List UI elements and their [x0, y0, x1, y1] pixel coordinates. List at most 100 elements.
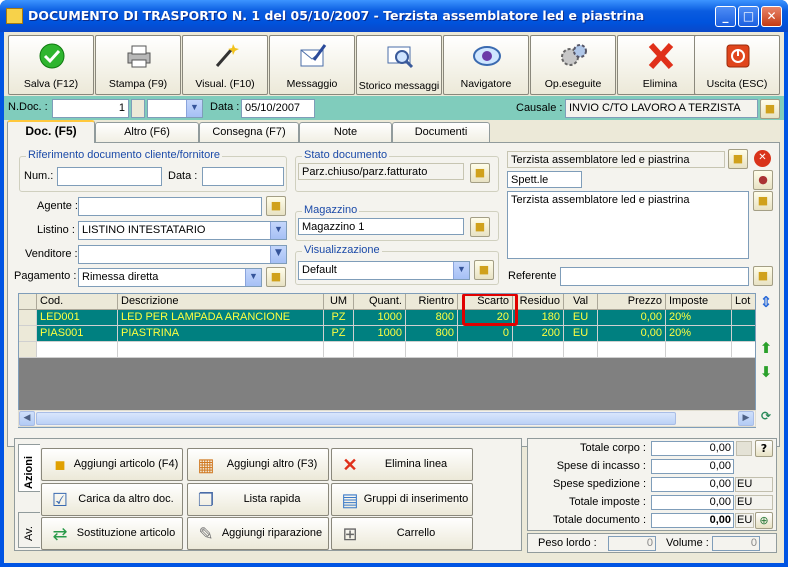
referente-input[interactable] — [560, 267, 749, 286]
intestatario-folder-button[interactable]: ■ — [728, 149, 748, 169]
replace-article-button[interactable]: ⇄ Sostituzione articolo — [41, 517, 183, 550]
refresh-icon[interactable]: ⟳ — [756, 406, 776, 426]
rif-date-input[interactable] — [202, 167, 284, 186]
chevron-down-icon: ▼ — [245, 269, 261, 286]
printer-icon — [124, 42, 154, 70]
scroll-thumb[interactable] — [36, 412, 676, 425]
insert-groups-icon: ▤ — [341, 490, 359, 510]
contact-button[interactable]: ● — [753, 170, 773, 190]
load-doc-icon: ☑ — [51, 490, 69, 510]
horizontal-scrollbar[interactable]: ◀ ▶ — [18, 410, 756, 427]
title-bar[interactable]: DOCUMENTO DI TRASPORTO N. 1 del 05/10/20… — [0, 0, 788, 32]
visualizzazione-select[interactable]: Default ▼ — [298, 261, 470, 280]
arrow-down-icon[interactable]: ⬇ — [756, 362, 776, 382]
cart-button[interactable]: ⊞ Carrello — [331, 517, 473, 550]
stato-group: Stato documento Parz.chiuso/parz.fattura… — [295, 149, 499, 192]
venditore-select[interactable] — [78, 245, 287, 264]
magazzino-input[interactable]: Magazzino 1 — [298, 218, 464, 235]
folder-icon: ■ — [732, 152, 744, 165]
quick-list-button[interactable]: ❐ Lista rapida — [187, 483, 329, 516]
exit-icon — [723, 42, 753, 70]
quick-list-icon: ❐ — [197, 490, 215, 510]
tab-azioni[interactable]: Azioni — [18, 444, 40, 492]
pagamento-select[interactable]: Rimessa diretta ▼ — [78, 268, 262, 287]
add-article-button[interactable]: ■ Aggiungi articolo (F4) — [41, 448, 183, 481]
tab-documenti[interactable]: Documenti — [392, 122, 490, 142]
client-area: Salva (F12) Stampa (F9) Visual. (F10) Me… — [4, 32, 784, 563]
pagamento-folder-button[interactable]: ■ — [266, 267, 286, 287]
agente-folder-button[interactable]: ■ — [266, 196, 286, 216]
tab-note[interactable]: Note — [299, 122, 392, 142]
delete-line-button[interactable]: ✕ Elimina linea — [331, 448, 473, 481]
tab-doc[interactable]: Doc. (F5) — [7, 120, 95, 143]
col-header[interactable]: Residuo — [513, 294, 564, 310]
agente-input[interactable] — [78, 197, 262, 216]
peso-lordo-field: 0 — [608, 536, 656, 551]
col-header[interactable]: Val — [564, 294, 598, 310]
doc-number-button[interactable] — [131, 99, 145, 118]
doc-date-input[interactable]: 05/10/2007 — [241, 99, 315, 118]
row-header[interactable] — [19, 326, 37, 342]
col-header[interactable]: Cod. — [37, 294, 118, 310]
causale-folder-button[interactable]: ■ — [760, 99, 780, 119]
visualizzazione-folder-button[interactable]: ■ — [474, 260, 494, 280]
message-history-button[interactable]: Storico messaggi — [356, 35, 442, 95]
add-repair-button[interactable]: ✎ Aggiungi riparazione — [187, 517, 329, 550]
lines-grid[interactable]: Cod. Descrizione UM Quant. Rientro Scart… — [18, 293, 756, 428]
chevron-down-icon: ▼ — [186, 100, 202, 117]
col-header[interactable]: Prezzo — [598, 294, 666, 310]
navigator-icon — [472, 42, 502, 70]
totale-corpo-value: 0,00 — [651, 441, 734, 456]
add-other-button[interactable]: ▦ Aggiungi altro (F3) — [187, 448, 329, 481]
col-header[interactable]: UM — [324, 294, 354, 310]
col-header[interactable]: Quant. — [354, 294, 406, 310]
folder-icon: ■ — [757, 269, 769, 282]
col-header[interactable]: Descrizione — [118, 294, 324, 310]
tab-altro[interactable]: Altro (F6) — [95, 122, 199, 142]
preview-button[interactable]: Visual. (F10) — [182, 35, 268, 95]
rif-number-input[interactable] — [57, 167, 162, 186]
causale-field[interactable]: INVIO C/TO LAVORO A TERZISTA — [565, 99, 758, 118]
stato-folder-button[interactable]: ■ — [470, 163, 490, 183]
col-header[interactable]: Imposte — [666, 294, 732, 310]
load-doc-button[interactable]: ☑ Carica da altro doc. — [41, 483, 183, 516]
doc-series-select[interactable]: ▼ — [147, 99, 203, 118]
print-button[interactable]: Stampa (F9) — [95, 35, 181, 95]
referente-folder-button[interactable]: ■ — [753, 266, 773, 286]
move-up-down-icon[interactable]: ⇕ — [756, 292, 776, 312]
scroll-left-icon[interactable]: ◀ — [19, 411, 35, 426]
spett-input[interactable]: Spett.le — [507, 171, 582, 188]
col-header[interactable]: Rientro — [406, 294, 458, 310]
magazzino-folder-button[interactable]: ■ — [470, 217, 490, 237]
address-textarea[interactable]: Terzista assemblatore led e piastrina — [507, 191, 749, 259]
listino-select[interactable]: LISTINO INTESTATARIO ▼ — [78, 221, 287, 240]
chevron-down-icon[interactable]: ▼ — [270, 246, 286, 263]
exit-button[interactable]: Uscita (ESC) — [694, 35, 780, 95]
clear-intestatario-button[interactable]: ✕ — [754, 150, 771, 167]
delete-button[interactable]: Elimina — [617, 35, 703, 95]
folder-icon: ■ — [270, 199, 282, 212]
operations-button[interactable]: Op.eseguite — [530, 35, 616, 95]
tab-consegna[interactable]: Consegna (F7) — [199, 122, 299, 142]
tab-av[interactable]: Av. — [18, 512, 40, 548]
doc-number-input[interactable]: 1 — [52, 99, 129, 118]
col-header[interactable]: Lot — [732, 294, 755, 310]
zoom-total-button[interactable]: ⊕ — [755, 512, 773, 529]
message-button[interactable]: Messaggio — [269, 35, 355, 95]
arrow-up-icon[interactable]: ⬆ — [756, 338, 776, 358]
magazzino-group: Magazzino Magazzino 1 ■ — [295, 204, 499, 241]
navigator-button[interactable]: Navigatore — [443, 35, 529, 95]
close-icon: ✕ — [758, 152, 767, 163]
message-icon — [298, 42, 328, 70]
insert-groups-button[interactable]: ▤ Gruppi di inserimento — [331, 483, 473, 516]
address-folder-button[interactable]: ■ — [753, 191, 773, 211]
help-button[interactable]: ? — [755, 440, 773, 457]
maximize-button[interactable]: □ — [738, 6, 759, 27]
volume-field: 0 — [712, 536, 760, 551]
row-header[interactable] — [19, 310, 37, 326]
close-button[interactable]: ✕ — [761, 6, 782, 27]
minimize-button[interactable]: _ — [715, 6, 736, 27]
scroll-right-icon[interactable]: ▶ — [738, 411, 754, 426]
replace-article-icon: ⇄ — [52, 524, 68, 544]
save-button[interactable]: Salva (F12) — [8, 35, 94, 95]
